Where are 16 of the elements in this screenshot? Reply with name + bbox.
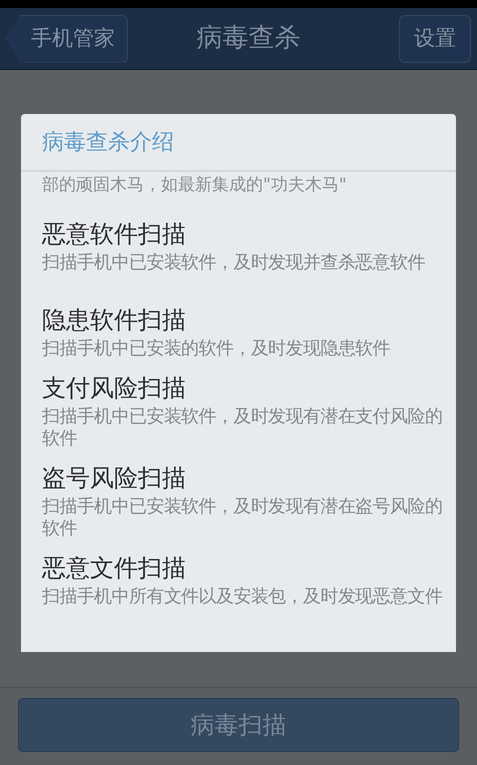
back-button[interactable]: 手机管家 [6,14,128,62]
item-title: 隐患软件扫描 [42,305,187,336]
item-title: 恶意文件扫描 [42,553,187,584]
item-description: 扫描手机中已安装软件，及时发现有潜在盗号风险的软件 [42,496,444,540]
dialog-title: 病毒查杀介绍 [42,128,174,156]
item-description: 扫描手机中已安装软件，及时发现并查杀恶意软件 [42,252,426,274]
item-description: 扫描手机中已安装的软件，及时发现隐患软件 [42,338,392,360]
item-title: 盗号风险扫描 [42,463,187,494]
item-title: 恶意软件扫描 [42,219,187,250]
settings-button[interactable]: 设置 [399,14,471,62]
item-title: 支付风险扫描 [42,373,187,404]
item-description: 扫描手机中所有文件以及安装包，及时发现恶意文件 [42,586,444,608]
item-description: 扫描手机中已安装软件，及时发现有潜在支付风险的软件 [42,406,444,450]
screen-title: 病毒查杀 [196,22,300,55]
description-text: 部的顽固木马，如最新集成的"功夫木马" [42,174,348,196]
scan-button[interactable]: 病毒扫描 [18,698,459,752]
